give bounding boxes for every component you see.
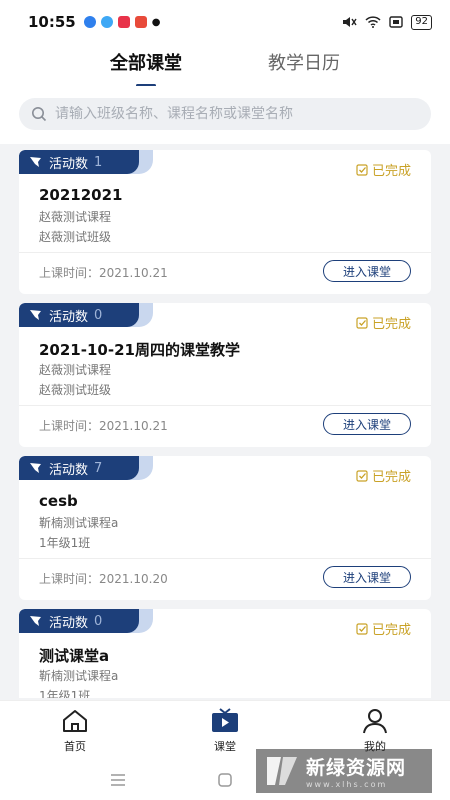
mute-icon	[343, 17, 357, 27]
search-input[interactable]	[55, 106, 415, 122]
activity-label: 活动数	[49, 615, 89, 631]
course-name: 靳楠测试课程a	[39, 669, 119, 683]
status-completed: 已完成	[356, 619, 411, 638]
classroom-title: 测试课堂a	[39, 647, 110, 665]
nav-classroom-label: 课堂	[214, 739, 236, 753]
status-indicators: 92	[341, 14, 432, 30]
status-completed: 已完成	[356, 160, 411, 179]
classroom-title: cesb	[39, 492, 78, 510]
status-bar: 10:55 ● 92	[0, 0, 450, 44]
class-name: 赵薇测试班级	[39, 230, 112, 244]
classroom-card[interactable]: 活动数 7 已完成 cesb 靳楠测试课程a 1年级1班 上课时间：2021.1…	[19, 456, 431, 600]
battery-level: 92	[411, 14, 432, 30]
status-text: 已完成	[371, 317, 411, 332]
watermark-text: 新绿资源网	[306, 757, 407, 779]
status-completed: 已完成	[356, 466, 411, 485]
divider	[19, 252, 431, 253]
classroom-title: 20212021	[39, 186, 123, 204]
course-name: 赵薇测试课程	[39, 210, 112, 224]
app-icon	[83, 16, 96, 28]
watermark-url: www.xlhs.com	[306, 780, 388, 789]
classroom-card[interactable]: 活动数 1 已完成 20212021 赵薇测试课程 赵薇测试班级 上课时间：20…	[19, 150, 431, 294]
activity-label: 活动数	[49, 462, 89, 478]
course-name: 赵薇测试课程	[39, 363, 112, 377]
menu-icon[interactable]	[110, 774, 126, 786]
nav-home[interactable]: 首页	[25, 708, 125, 754]
check-edit-icon	[356, 470, 368, 482]
status-completed: 已完成	[356, 313, 411, 332]
check-edit-icon	[356, 164, 368, 176]
enter-classroom-button[interactable]: 进入课堂	[323, 566, 411, 588]
status-time: 10:55	[28, 13, 76, 31]
search-section	[0, 86, 450, 144]
activity-label: 活动数	[49, 309, 89, 325]
tab-all-classes[interactable]: 全部课堂	[110, 49, 182, 87]
flag-icon	[30, 616, 41, 626]
activity-badge: 活动数 7	[19, 456, 151, 480]
divider	[19, 405, 431, 406]
search-icon	[32, 107, 47, 122]
app-icon	[134, 16, 147, 28]
status-text: 已完成	[371, 470, 411, 485]
watermark-text-group: 新绿资源网 www.xlhs.com	[306, 753, 406, 789]
tv-icon	[212, 707, 238, 732]
activity-count: 0	[94, 307, 103, 323]
search-box[interactable]	[19, 98, 431, 130]
top-tabs: 全部课堂 教学日历	[0, 44, 450, 87]
enter-classroom-button[interactable]: 进入课堂	[323, 413, 411, 435]
enter-classroom-button[interactable]: 进入课堂	[323, 260, 411, 282]
more-dot-icon: ●	[151, 16, 161, 28]
check-edit-icon	[356, 317, 368, 329]
home-square-icon[interactable]	[218, 773, 232, 787]
flag-icon	[30, 310, 41, 320]
class-time: 上课时间：2021.10.21	[39, 266, 168, 280]
activity-count: 0	[94, 613, 103, 629]
sim-icon	[389, 16, 403, 28]
class-name: 1年级1班	[39, 689, 91, 698]
home-icon	[63, 709, 87, 732]
app-icon	[117, 16, 130, 28]
nav-home-label: 首页	[64, 739, 86, 753]
activity-badge: 活动数 0	[19, 609, 151, 633]
wifi-icon	[365, 16, 381, 28]
status-text: 已完成	[371, 623, 411, 638]
flag-icon	[30, 157, 41, 167]
watermark: 新绿资源网 www.xlhs.com	[256, 749, 432, 793]
course-name: 靳楠测试课程a	[39, 516, 119, 530]
activity-badge: 活动数 1	[19, 150, 151, 174]
nav-mine[interactable]: 我的	[325, 708, 425, 754]
activity-label: 活动数	[49, 156, 89, 172]
tab-teaching-calendar[interactable]: 教学日历	[268, 49, 340, 81]
flag-icon	[30, 463, 41, 473]
class-time: 上课时间：2021.10.21	[39, 419, 168, 433]
classroom-list: 活动数 1 已完成 20212021 赵薇测试课程 赵薇测试班级 上课时间：20…	[19, 150, 431, 698]
user-icon	[363, 708, 387, 733]
divider	[19, 558, 431, 559]
classroom-card[interactable]: 活动数 0 已完成 测试课堂a 靳楠测试课程a 1年级1班	[19, 609, 431, 698]
activity-badge: 活动数 0	[19, 303, 151, 327]
classroom-title: 2021-10-21周四的课堂教学	[39, 341, 240, 359]
status-text: 已完成	[371, 164, 411, 179]
nav-classroom[interactable]: 课堂	[175, 707, 275, 754]
activity-count: 1	[94, 154, 103, 170]
status-app-icons: ●	[83, 16, 161, 28]
class-name: 1年级1班	[39, 536, 91, 550]
activity-count: 7	[94, 460, 103, 476]
app-icon	[100, 16, 113, 28]
classroom-card[interactable]: 活动数 0 已完成 2021-10-21周四的课堂教学 赵薇测试课程 赵薇测试班…	[19, 303, 431, 447]
watermark-logo-icon	[267, 757, 297, 785]
check-edit-icon	[356, 623, 368, 635]
class-name: 赵薇测试班级	[39, 383, 112, 397]
class-time: 上课时间：2021.10.20	[39, 572, 168, 586]
